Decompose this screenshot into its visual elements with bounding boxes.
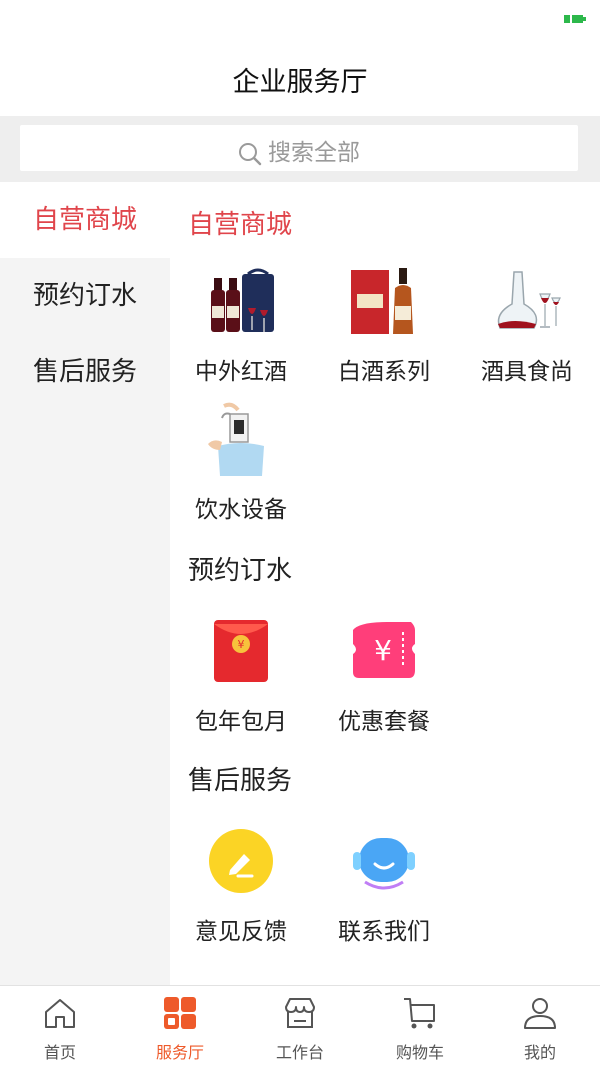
liquor-bottle-icon bbox=[347, 264, 421, 338]
user-icon bbox=[522, 995, 558, 1031]
tab-home[interactable]: 首页 bbox=[0, 986, 120, 1068]
red-envelope-icon: ¥ bbox=[204, 614, 278, 688]
search-icon bbox=[239, 142, 262, 165]
status-bar bbox=[0, 0, 600, 40]
category-item-feedback[interactable]: 意见反馈 bbox=[170, 824, 312, 959]
feedback-icon bbox=[204, 824, 278, 898]
tab-cart[interactable]: 购物车 bbox=[360, 986, 480, 1068]
svg-text:¥: ¥ bbox=[374, 634, 392, 667]
section-title-self-mall: 自营商城 bbox=[188, 210, 293, 240]
tab-label: 首页 bbox=[43, 1043, 76, 1062]
search-placeholder: 搜索全部 bbox=[268, 140, 360, 166]
decanter-icon bbox=[490, 264, 564, 338]
water-dispenser-icon bbox=[204, 402, 278, 476]
tab-mine[interactable]: 我的 bbox=[480, 986, 600, 1068]
search-input[interactable]: 搜索全部 bbox=[20, 125, 578, 171]
category-item-drinkware[interactable]: 酒具食尚 bbox=[456, 264, 598, 399]
tab-label: 购物车 bbox=[395, 1043, 444, 1062]
category-item-wine[interactable]: 中外红酒 bbox=[170, 264, 312, 399]
category-item-annual-plan[interactable]: ¥ 包年包月 bbox=[170, 614, 312, 749]
home-icon bbox=[42, 995, 78, 1031]
tab-workbench[interactable]: 工作台 bbox=[240, 986, 360, 1068]
tab-label: 我的 bbox=[523, 1043, 556, 1062]
category-item-water-equipment[interactable]: 饮水设备 bbox=[170, 402, 312, 537]
battery-icon bbox=[564, 15, 586, 23]
section-title-after-sales: 售后服务 bbox=[188, 766, 293, 796]
bottom-tab-bar: 首页 服务厅 工作台 购物车 我的 bbox=[0, 985, 600, 1068]
svg-text:¥: ¥ bbox=[238, 638, 245, 651]
category-label: 酒具食尚 bbox=[481, 359, 573, 385]
customer-service-icon bbox=[347, 824, 421, 898]
category-sidebar: 自营商城 预约订水 售后服务 bbox=[0, 182, 170, 985]
category-label: 白酒系列 bbox=[338, 359, 430, 385]
cart-icon bbox=[402, 995, 438, 1031]
sidebar-item-self-mall[interactable]: 自营商城 bbox=[0, 182, 170, 258]
tab-label: 服务厅 bbox=[155, 1043, 204, 1062]
sidebar-item-water-order[interactable]: 预约订水 bbox=[0, 258, 170, 334]
service-grid-icon bbox=[162, 995, 198, 1031]
coupon-icon: ¥ bbox=[347, 614, 421, 688]
search-bar: 搜索全部 bbox=[0, 116, 600, 182]
category-label: 中外红酒 bbox=[195, 359, 287, 385]
category-label: 联系我们 bbox=[338, 919, 430, 945]
category-item-discount-package[interactable]: ¥ 优惠套餐 bbox=[313, 614, 455, 749]
category-content: 自营商城 中外红酒 白酒系列 酒具食尚 饮水设备 预约订水 ¥ 包年包月 ¥ 优… bbox=[170, 182, 600, 985]
category-label: 饮水设备 bbox=[195, 497, 287, 523]
category-label: 意见反馈 bbox=[195, 919, 287, 945]
category-label: 包年包月 bbox=[195, 709, 287, 735]
category-label: 优惠套餐 bbox=[338, 709, 430, 735]
page-title: 企业服务厅 bbox=[232, 67, 368, 98]
store-icon bbox=[282, 995, 318, 1031]
title-bar: 企业服务厅 bbox=[0, 40, 600, 116]
section-title-water-order: 预约订水 bbox=[188, 556, 293, 586]
sidebar-item-after-sales[interactable]: 售后服务 bbox=[0, 334, 170, 410]
tab-label: 工作台 bbox=[275, 1043, 324, 1062]
red-wine-icon bbox=[204, 264, 278, 338]
category-item-liquor[interactable]: 白酒系列 bbox=[313, 264, 455, 399]
category-item-contact-us[interactable]: 联系我们 bbox=[313, 824, 455, 959]
tab-service-hall[interactable]: 服务厅 bbox=[120, 986, 240, 1068]
